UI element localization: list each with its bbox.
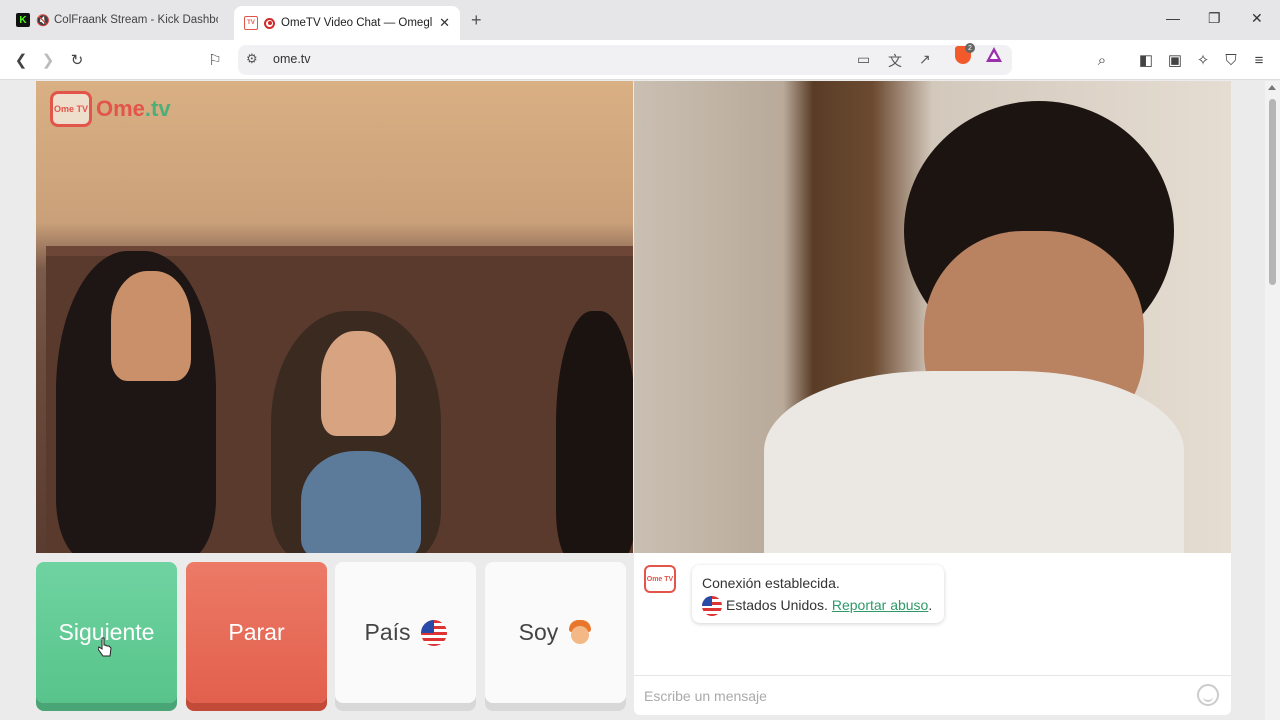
person-silhouette <box>556 311 633 553</box>
close-window-button[interactable]: ✕ <box>1251 10 1263 27</box>
new-tab-button[interactable]: + <box>471 10 482 31</box>
brave-rewards-icon[interactable] <box>986 47 1002 62</box>
stranger-video: Ome TV Ome.tv <box>36 81 633 553</box>
menu-icon[interactable]: ≡ <box>1249 50 1269 70</box>
tab-ometv[interactable]: TV OmeTV Video Chat — Omegl ✕ <box>234 6 460 40</box>
share-icon[interactable]: ↗ <box>919 51 931 68</box>
report-suffix: . <box>928 597 933 613</box>
chat-panel: Ome TV Conexión establecida. Estados Uni… <box>634 553 1231 715</box>
message-input[interactable]: Escribe un mensaje <box>634 675 1231 715</box>
partner-country-text: Estados Unidos. <box>726 597 828 613</box>
us-flag-icon <box>702 596 722 617</box>
shirt-silhouette <box>764 371 1184 553</box>
gender-button-label: Soy <box>518 619 559 645</box>
wallet-icon[interactable]: ▣ <box>1165 50 1185 70</box>
face-silhouette <box>321 331 396 436</box>
tab-title: ColFraank Stream - Kick Dashboa <box>54 14 218 26</box>
ometv-logo: Ome TV Ome.tv <box>50 91 171 127</box>
self-video <box>634 81 1231 553</box>
scroll-thumb[interactable] <box>1269 99 1276 285</box>
system-message: Conexión establecida. Estados Unidos. Re… <box>692 565 945 624</box>
scroll-up-icon[interactable] <box>1268 85 1276 90</box>
recording-icon <box>264 17 275 29</box>
tab-strip: K 🔇 ColFraank Stream - Kick Dashboa TV O… <box>0 0 1280 40</box>
site-settings-icon[interactable]: ⚙ <box>246 51 258 67</box>
close-tab-icon[interactable]: ✕ <box>439 15 450 31</box>
browser-toolbar: ❮ ❯ ↻ ⚐ ⚙ ome.tv ▭ 文 ↗ 2 ⌕ ◧ ▣ ✧ ⛉ ≡ <box>0 40 1280 80</box>
message-placeholder: Escribe un mensaje <box>644 688 767 704</box>
tab-title: OmeTV Video Chat — Omegl <box>281 17 433 29</box>
tab-search-icon[interactable]: ⌕ <box>1092 50 1112 70</box>
stop-button[interactable]: Parar <box>186 562 327 703</box>
tab-kick-dashboard[interactable]: K 🔇 ColFraank Stream - Kick Dashboa <box>6 6 228 34</box>
gender-button[interactable]: Soy <box>485 562 626 703</box>
leo-ai-icon[interactable]: ✧ <box>1193 50 1213 70</box>
bookmark-icon[interactable]: ⚐ <box>205 50 225 70</box>
partner-country-line: Estados Unidos. Reportar abuso. <box>702 594 933 617</box>
country-button-label: País <box>364 619 411 645</box>
mouse-pointer-icon <box>98 637 112 657</box>
vpn-shield-icon[interactable]: ⛉ <box>1221 50 1241 70</box>
back-icon[interactable]: ❮ <box>11 50 31 70</box>
face-silhouette <box>111 271 191 381</box>
emoji-icon[interactable] <box>1197 684 1219 706</box>
clothing-silhouette <box>301 451 421 553</box>
minimize-button[interactable]: — <box>1166 10 1180 26</box>
logo-wordmark: Ome.tv <box>96 96 171 122</box>
page-content: Ome TV Ome.tv Siguiente Parar País Soy O… <box>0 81 1280 720</box>
reload-icon[interactable]: ↻ <box>67 50 87 70</box>
forward-icon[interactable]: ❯ <box>38 50 58 70</box>
boy-emoji-icon <box>568 619 592 646</box>
connection-status-text: Conexión establecida. <box>702 575 840 591</box>
address-bar[interactable]: ⚙ ome.tv ▭ 文 ↗ <box>238 45 1012 75</box>
muted-speaker-icon[interactable]: 🔇 <box>36 14 50 27</box>
next-button[interactable]: Siguiente <box>36 562 177 703</box>
sidebar-icon[interactable]: ◧ <box>1136 50 1156 70</box>
kick-favicon-icon: K <box>16 13 30 27</box>
cast-icon[interactable]: ▭ <box>857 51 870 68</box>
country-button[interactable]: País <box>335 562 476 703</box>
page-scrollbar[interactable] <box>1265 81 1280 720</box>
url-text[interactable]: ome.tv <box>273 52 311 66</box>
report-abuse-link[interactable]: Reportar abuso <box>832 597 929 613</box>
translate-icon[interactable]: 文 <box>888 51 902 71</box>
tv-logo-icon: Ome TV <box>50 91 92 127</box>
logo-wordmark-suffix: .tv <box>144 96 171 121</box>
chat-ometv-icon: Ome TV <box>644 565 676 593</box>
shields-count-badge: 2 <box>965 43 975 53</box>
stop-button-label: Parar <box>228 619 285 645</box>
ometv-favicon-icon: TV <box>244 16 258 30</box>
logo-wordmark-main: Ome <box>96 96 145 121</box>
restore-button[interactable]: ❐ <box>1208 10 1221 27</box>
us-flag-icon <box>420 619 447 646</box>
